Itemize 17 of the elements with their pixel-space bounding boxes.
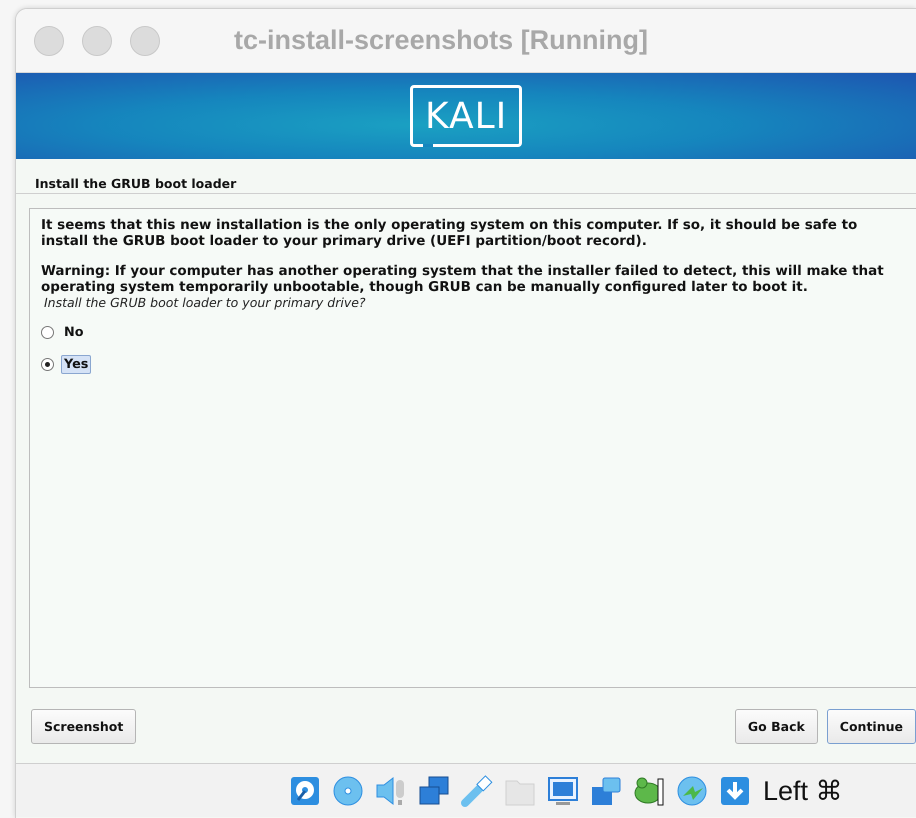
question-text: Install the GRUB boot loader to your primary drive? (44, 295, 367, 310)
optical-disc-icon[interactable] (331, 774, 365, 808)
radio-button[interactable] (41, 358, 54, 370)
continue-button[interactable]: Continue (826, 709, 916, 744)
host-key-label: Left ⌘ (763, 774, 843, 806)
info-paragraph: Warning: If your computer has another operating system that the installer failed to detect, this will make that operating system temporarily unbootable, though GRUB can be manually configured later to boot it. (41, 263, 885, 295)
logo: KALI (410, 85, 522, 147)
windows-stack-icon[interactable] (417, 774, 451, 808)
radio-button[interactable] (41, 326, 54, 338)
option-label[interactable]: Yes (61, 354, 92, 374)
screenshot-button[interactable]: Screenshot (31, 709, 136, 744)
info-paragraph: It seems that this new installation is the only operating system on this computer. If so, it should be safe to install the GRUB boot loader to your primary drive (UEFI partition/boot record). (41, 217, 858, 249)
window-title: tc-install-screenshots [Running] (234, 25, 648, 56)
go-back-button[interactable]: Go Back (734, 709, 818, 744)
step-title: Install the GRUB boot loader (35, 176, 236, 191)
option-label[interactable]: No (61, 322, 87, 342)
usb-plug-icon[interactable] (460, 774, 494, 808)
